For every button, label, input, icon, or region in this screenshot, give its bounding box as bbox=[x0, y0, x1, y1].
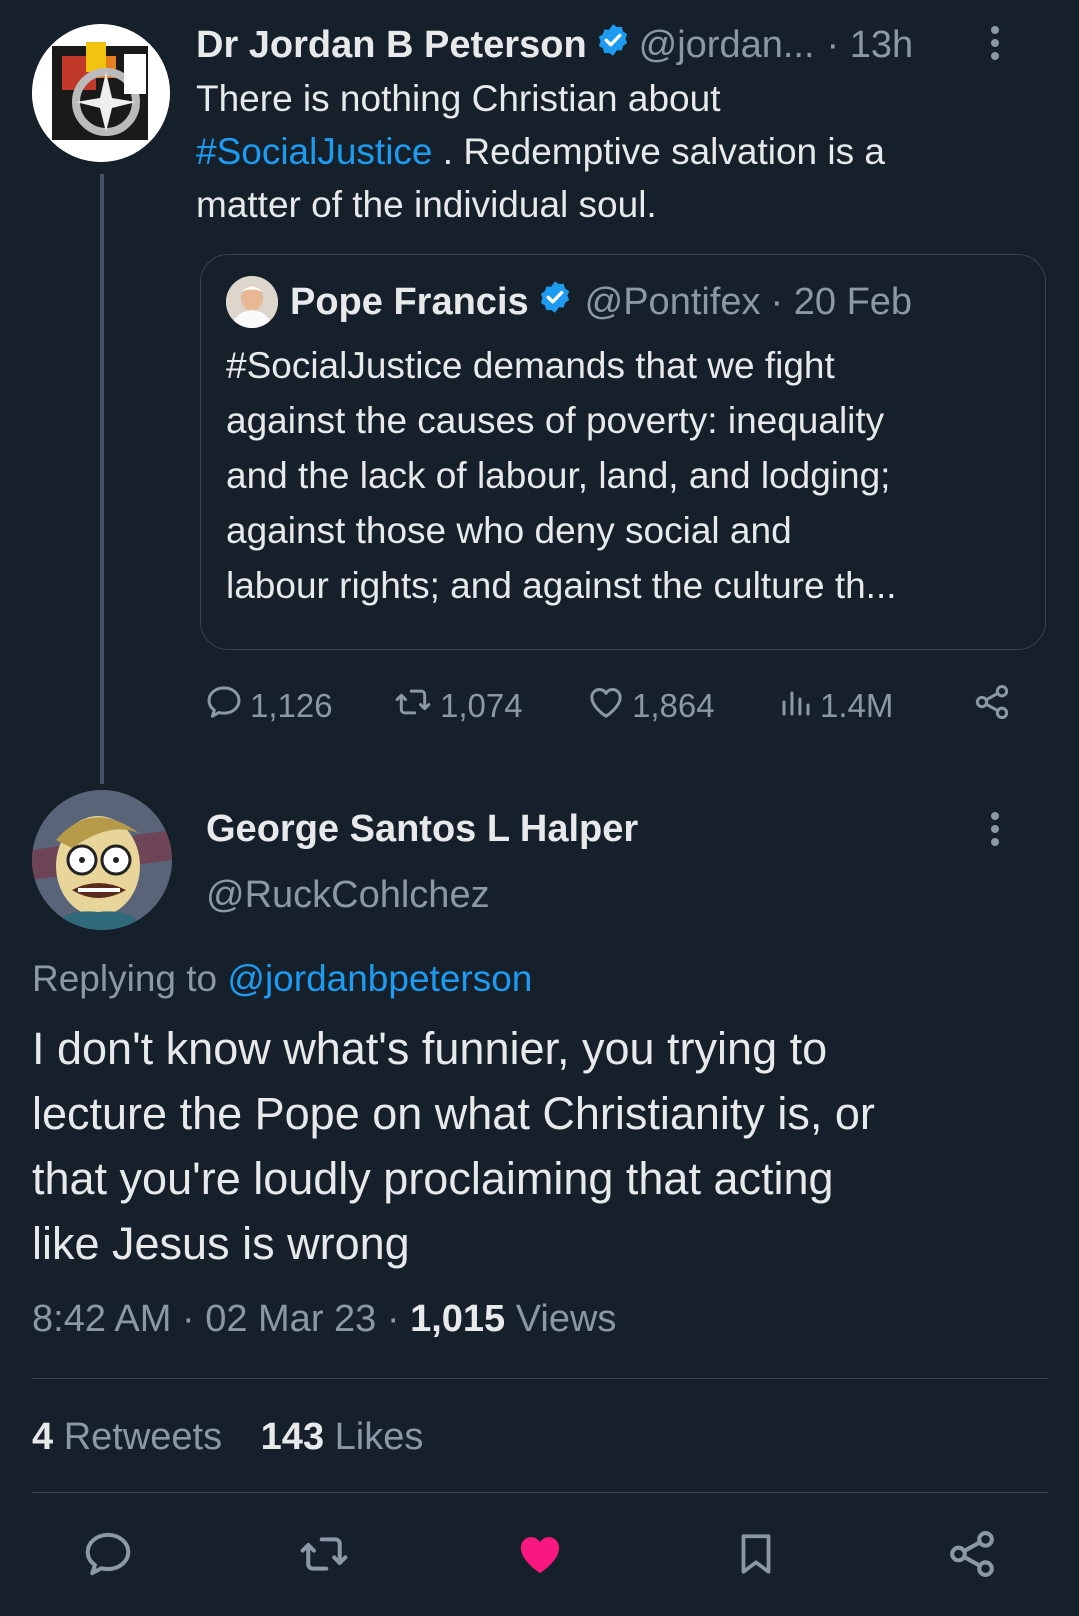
reply-text-line: I don't know what's funnier, you trying … bbox=[32, 1023, 828, 1074]
like-action[interactable]: 1,864 bbox=[586, 682, 715, 730]
reply-author-name[interactable]: George Santos L Halper bbox=[206, 806, 638, 852]
tweet-time[interactable]: · 13h bbox=[827, 24, 914, 67]
bookmark-button[interactable] bbox=[728, 1528, 784, 1584]
verified-icon bbox=[537, 279, 573, 325]
likes-count: 143 bbox=[260, 1416, 325, 1458]
quoted-text-line: and the lack of labour, land, and lodgin… bbox=[226, 455, 891, 496]
like-button[interactable] bbox=[512, 1528, 568, 1584]
author-handle[interactable]: @jordan... bbox=[639, 24, 815, 67]
reply-views-count: 1,015 bbox=[410, 1298, 506, 1340]
share-action[interactable] bbox=[972, 682, 1012, 730]
reply-icon bbox=[204, 682, 244, 730]
meta-separator: · bbox=[181, 1298, 195, 1340]
quoted-text-line: against the causes of poverty: inequalit… bbox=[226, 400, 885, 441]
tweet-text-line: #SocialJustice . Redemptive salvation is… bbox=[196, 125, 1036, 178]
views-action[interactable]: 1.4M bbox=[778, 682, 893, 730]
replying-to-label: Replying to bbox=[32, 958, 218, 999]
engagement-stats: 4 Retweets 143 Likes bbox=[32, 1414, 423, 1460]
hashtag-link[interactable]: #SocialJustice bbox=[196, 131, 433, 172]
more-icon[interactable] bbox=[990, 812, 1000, 851]
verified-icon bbox=[595, 22, 631, 68]
peterson-avatar[interactable] bbox=[32, 24, 170, 162]
retweet-button[interactable] bbox=[296, 1528, 352, 1584]
replying-to-handle-link[interactable]: @jordanbpeterson bbox=[227, 958, 532, 999]
quoted-text-line: labour rights; and against the culture t… bbox=[226, 565, 897, 606]
share-button[interactable] bbox=[944, 1528, 1000, 1584]
reply-time[interactable]: 8:42 AM bbox=[32, 1298, 171, 1340]
tweet-header: Dr Jordan B Peterson @jordan... · 13h bbox=[196, 20, 913, 70]
replying-to: Replying to @jordanbpeterson bbox=[32, 956, 532, 1002]
reply-meta: 8:42 AM · 02 Mar 23 · 1,015 Views bbox=[32, 1296, 616, 1342]
reply-button[interactable] bbox=[80, 1528, 136, 1584]
quoted-author-name[interactable]: Pope Francis bbox=[290, 281, 529, 324]
tweet-text: There is nothing Christian about #Social… bbox=[196, 72, 1036, 231]
halper-avatar[interactable] bbox=[32, 790, 172, 930]
retweet-icon bbox=[296, 1527, 352, 1586]
reply-author-handle[interactable]: @RuckCohlchez bbox=[206, 872, 490, 918]
views-icon bbox=[778, 682, 814, 730]
quoted-text-line: #SocialJustice demands that we fight bbox=[226, 345, 835, 386]
pope-avatar[interactable] bbox=[226, 276, 278, 328]
reply-count: 1,126 bbox=[250, 687, 333, 724]
divider bbox=[32, 1378, 1048, 1379]
likes-stat[interactable]: 143 Likes bbox=[261, 1416, 424, 1458]
author-name[interactable]: Dr Jordan B Peterson bbox=[196, 24, 587, 67]
reply-date[interactable]: 02 Mar 23 bbox=[205, 1298, 376, 1340]
quoted-author-handle[interactable]: @Pontifex bbox=[585, 281, 761, 324]
reply-views-label: Views bbox=[515, 1298, 617, 1340]
retweets-stat[interactable]: 4 Retweets bbox=[32, 1416, 222, 1458]
divider bbox=[32, 1492, 1048, 1493]
thread-connector-line bbox=[100, 174, 104, 784]
like-count: 1,864 bbox=[632, 687, 715, 724]
likes-label: Likes bbox=[334, 1416, 424, 1458]
retweets-label: Retweets bbox=[63, 1416, 223, 1458]
retweet-action[interactable]: 1,074 bbox=[392, 682, 523, 730]
views-count: 1.4M bbox=[820, 687, 894, 724]
reply-text-line: like Jesus is wrong bbox=[32, 1218, 410, 1269]
retweet-count: 1,074 bbox=[440, 687, 523, 724]
share-icon bbox=[945, 1527, 999, 1586]
quoted-text: #SocialJustice demands that we fight aga… bbox=[226, 338, 1026, 613]
like-icon bbox=[513, 1527, 567, 1586]
tweet-text-fragment: . Redemptive salvation is a bbox=[432, 131, 885, 172]
meta-separator: · bbox=[386, 1298, 400, 1340]
reply-text: I don't know what's funnier, you trying … bbox=[32, 1016, 1042, 1276]
like-icon bbox=[586, 682, 626, 730]
retweet-icon bbox=[392, 682, 434, 730]
bookmark-icon bbox=[731, 1527, 781, 1586]
share-icon bbox=[972, 682, 1012, 730]
quoted-time[interactable]: · 20 Feb bbox=[771, 281, 913, 324]
retweets-count: 4 bbox=[32, 1416, 54, 1458]
tweet-text-line: There is nothing Christian about bbox=[196, 78, 721, 119]
reply-icon bbox=[81, 1527, 135, 1586]
quoted-header: Pope Francis @Pontifex · 20 Feb bbox=[290, 278, 912, 326]
quoted-text-line: against those who deny social and bbox=[226, 510, 792, 551]
tweet-text-line: matter of the individual soul. bbox=[196, 184, 657, 225]
more-icon[interactable] bbox=[990, 26, 1000, 65]
reply-action[interactable]: 1,126 bbox=[204, 682, 333, 730]
reply-text-line: lecture the Pope on what Christianity is… bbox=[32, 1088, 875, 1139]
reply-text-line: that you're loudly proclaiming that acti… bbox=[32, 1153, 834, 1204]
